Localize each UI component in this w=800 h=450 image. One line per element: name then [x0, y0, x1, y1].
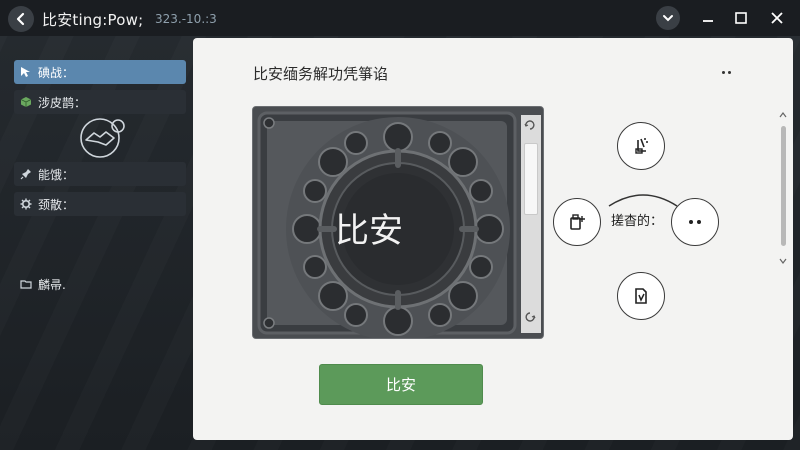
top-control-button[interactable]	[617, 122, 665, 170]
sidebar-item-2[interactable]: 涉皮鹊：	[14, 90, 186, 114]
chevron-up-icon	[779, 112, 787, 118]
left-control-button[interactable]	[553, 198, 601, 246]
pin-icon	[20, 169, 31, 180]
chevron-down-icon	[663, 15, 673, 22]
sidebar-item-label: 涉皮鹊：	[38, 95, 87, 110]
close-icon	[771, 12, 783, 24]
preview-viewport[interactable]: 比安	[252, 106, 544, 339]
folder-icon	[20, 280, 32, 289]
scroll-thumb[interactable]	[781, 126, 786, 246]
more-options-button[interactable]	[716, 65, 736, 79]
handshake-icon	[80, 118, 125, 158]
sidebar: 碘战： 涉皮鹊： 能饿： 颈散： 麟帚.	[10, 56, 188, 306]
rotate-icon	[525, 312, 536, 322]
minimize-button[interactable]	[696, 6, 720, 30]
back-button[interactable]	[8, 6, 34, 32]
brush-icon	[635, 138, 648, 154]
scroll-down-button[interactable]	[778, 256, 788, 266]
rotate-up-button[interactable]	[524, 119, 538, 133]
maximize-button[interactable]	[729, 6, 753, 30]
sidebar-item-label: 碘战：	[38, 65, 75, 80]
sidebar-item-label: 麟帚.	[38, 277, 66, 292]
sidebar-item-4[interactable]: 颈散：	[14, 192, 186, 216]
right-control-button[interactable]	[671, 198, 719, 246]
cluster-label: 搓杳的：	[611, 214, 664, 229]
minimize-icon	[703, 20, 713, 22]
close-button[interactable]	[765, 6, 789, 30]
chevron-left-icon	[16, 12, 25, 26]
app-version: 323.-10.:3	[155, 12, 217, 26]
sidebar-item-1[interactable]: 碘战：	[14, 60, 186, 84]
cube-icon	[20, 97, 32, 107]
clipboard-add-icon	[570, 214, 585, 230]
title-bar: 比安ting:Pow; 323.-10.:3	[0, 0, 800, 36]
primary-action-button[interactable]: 比安	[319, 364, 483, 405]
preview-scroll-thumb[interactable]	[524, 143, 538, 215]
window-menu-button[interactable]	[656, 6, 680, 30]
cluster-arc	[608, 194, 678, 207]
chevron-down-icon	[779, 258, 787, 264]
rotate-down-button[interactable]	[524, 311, 538, 325]
cursor-arrow-icon	[21, 67, 30, 77]
more-icon	[689, 220, 693, 224]
bottom-control-button[interactable]	[617, 272, 665, 320]
main-panel: 比安缅务解功凭箏谄 比安 比安 搓杳的：	[193, 38, 793, 440]
sidebar-item-label: 颈散：	[38, 197, 75, 212]
sidebar-item-3[interactable]: 能饿：	[14, 162, 186, 186]
app-title: 比安ting:Pow;	[42, 11, 144, 29]
control-cluster: 搓杳的：	[553, 118, 733, 320]
sidebar-item-5[interactable]: 麟帚.	[14, 272, 186, 296]
sidebar-item-label: 能饿：	[38, 167, 75, 182]
scroll-up-button[interactable]	[778, 110, 788, 120]
gear-icon	[20, 198, 32, 210]
preview-center-label: 比安	[335, 210, 403, 251]
panel-title: 比安缅务解功凭箏谄	[253, 65, 389, 83]
edit-document-icon	[635, 288, 647, 304]
more-icon	[721, 70, 725, 74]
maximize-icon	[735, 12, 747, 24]
rotate-icon	[524, 120, 535, 130]
